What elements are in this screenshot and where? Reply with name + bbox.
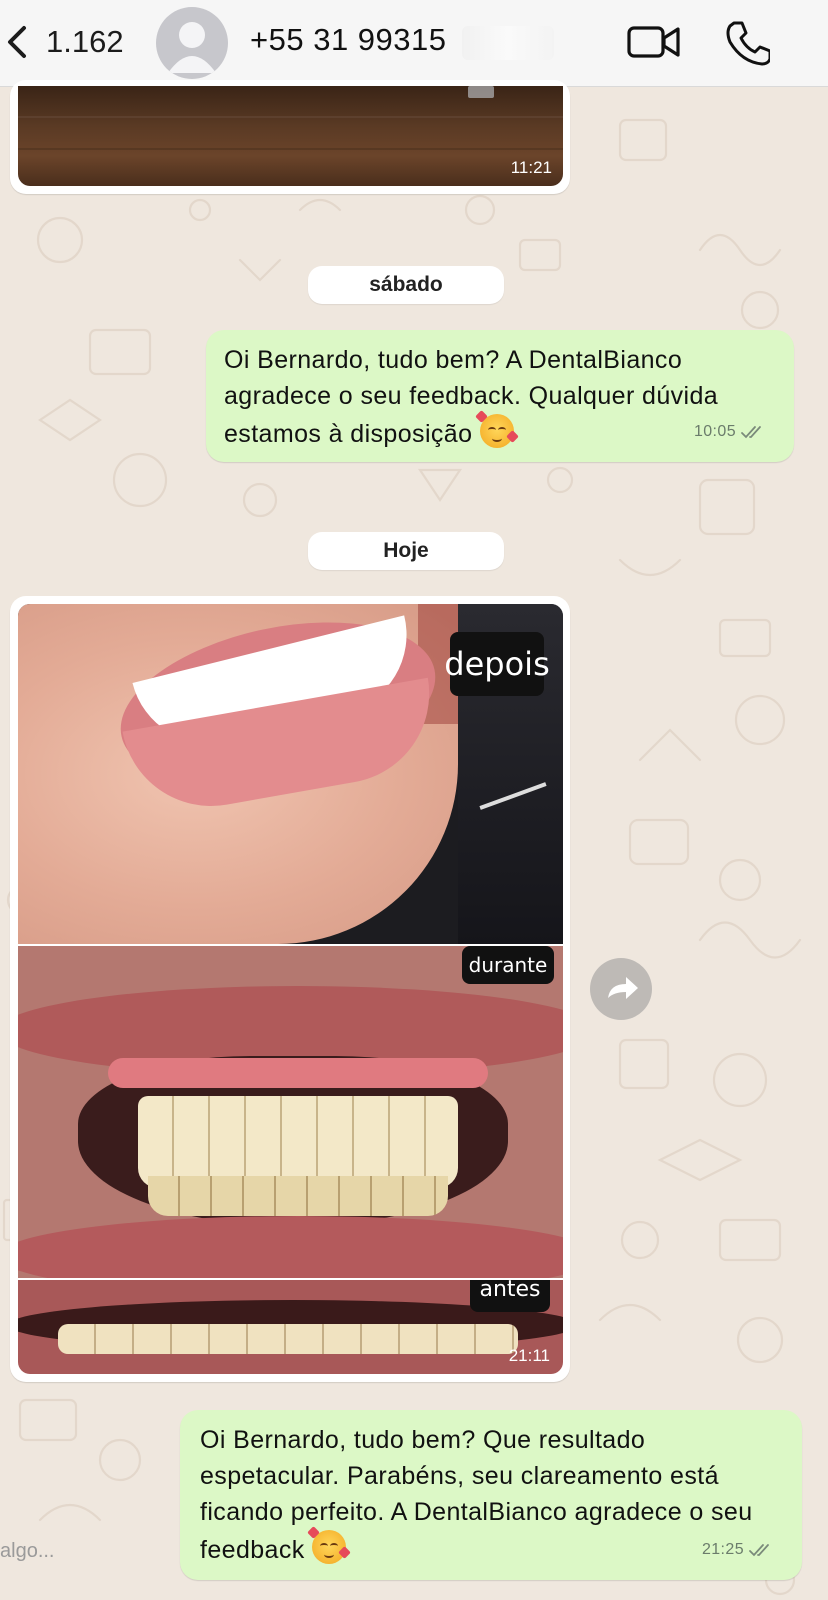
forward-button[interactable]	[590, 958, 652, 1020]
message-time: 10:05	[693, 423, 736, 440]
message-meta: 21:25	[702, 1532, 774, 1568]
during-teeth-photo[interactable]: durante	[18, 946, 563, 1278]
voice-call-button[interactable]	[724, 18, 772, 66]
contact-avatar[interactable]	[156, 7, 228, 79]
back-button[interactable]: 1.162	[4, 22, 124, 62]
incoming-image-bubble[interactable]: 11:21	[10, 80, 570, 194]
incoming-photo-bubble[interactable]: depois durante antes 21:11	[10, 596, 570, 1382]
date-separator: sábado	[308, 266, 504, 304]
photo-label-during: durante	[462, 946, 554, 984]
phone-icon	[726, 21, 772, 66]
message-time: 11:21	[510, 158, 552, 177]
chevron-left-icon	[8, 26, 26, 58]
video-call-button[interactable]	[626, 22, 682, 62]
double-check-icon	[741, 426, 761, 439]
after-teeth-photo[interactable]: depois	[18, 604, 563, 944]
smiling-face-with-hearts-icon	[307, 1526, 351, 1564]
photo-label-before: antes	[470, 1280, 550, 1312]
message-time: 21:25	[701, 1541, 744, 1558]
message-text: Oi Bernardo, tudo bem? A DentalBianco ag…	[224, 346, 726, 448]
double-check-icon	[749, 1544, 769, 1557]
chat-header: 1.162 +55 31 99315	[0, 0, 828, 87]
contact-name[interactable]: +55 31 99315	[250, 22, 447, 58]
smiling-face-with-hearts-icon	[474, 410, 519, 448]
composer-placeholder[interactable]: algo...	[0, 1540, 54, 1563]
person-icon	[168, 22, 216, 73]
wood-table-photo[interactable]	[18, 86, 563, 186]
message-time: 21:11	[508, 1346, 550, 1365]
message-meta: 10:05	[694, 414, 766, 450]
outgoing-message-bubble[interactable]: Oi Bernardo, tudo bem? A DentalBianco ag…	[206, 330, 794, 462]
photo-label-after: depois	[444, 632, 550, 696]
unread-count: 1.162	[46, 24, 124, 59]
forward-arrow-icon	[608, 977, 638, 999]
video-camera-icon	[627, 26, 680, 58]
redacted-number-part	[462, 26, 554, 60]
date-separator: Hoje	[308, 532, 504, 570]
outgoing-message-bubble[interactable]: Oi Bernardo, tudo bem? Que resultado esp…	[180, 1410, 802, 1580]
message-text: Oi Bernardo, tudo bem? Que resultado esp…	[200, 1426, 760, 1564]
before-teeth-photo[interactable]: antes	[18, 1280, 563, 1374]
